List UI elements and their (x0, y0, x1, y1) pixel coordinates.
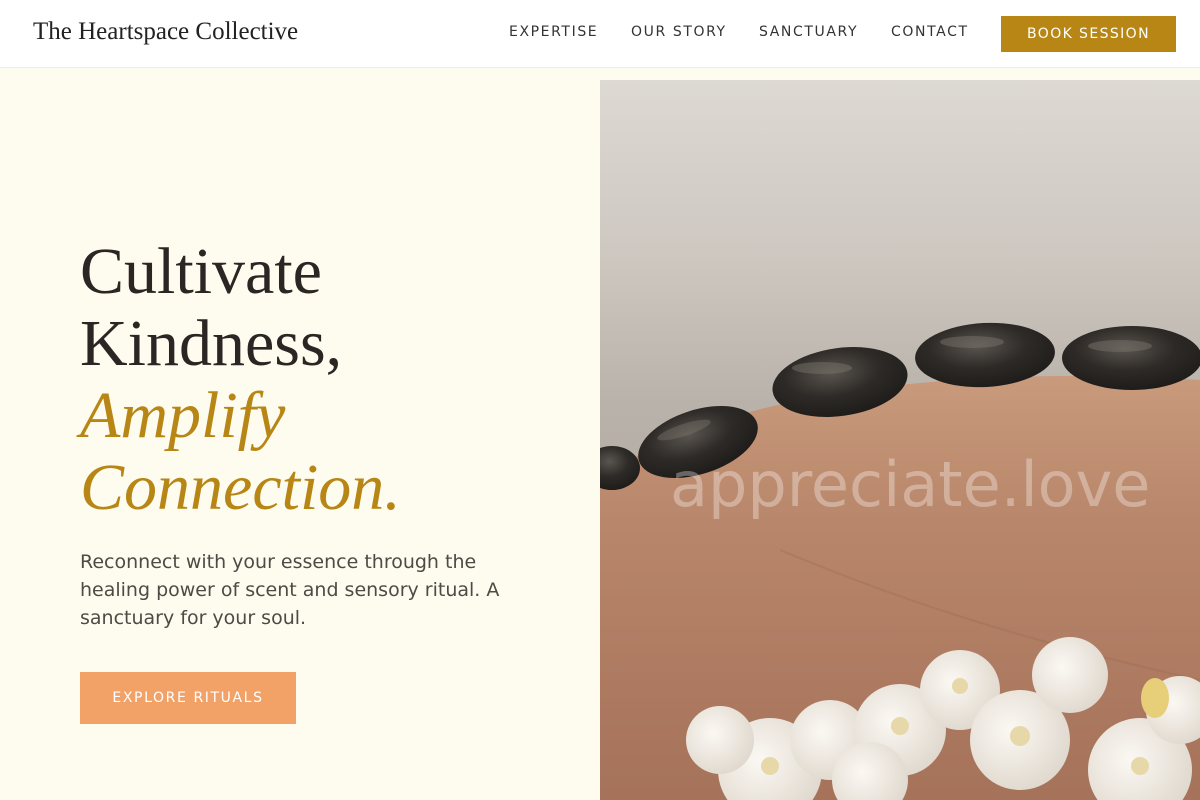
image-watermark: appreciate.love (670, 448, 1151, 521)
hero-title-accent-1: Amplify (80, 379, 286, 452)
site-logo[interactable]: The Heartspace Collective (33, 18, 298, 46)
hot-stone-massage-illustration (600, 322, 1200, 800)
hero-title: Cultivate Kindness, Amplify Connection. (80, 236, 401, 524)
explore-rituals-button[interactable]: EXPLORE RITUALS (80, 672, 296, 724)
site-header: The Heartspace Collective EXPERTISE OUR … (0, 0, 1200, 68)
hero-image: appreciate.love (600, 80, 1200, 800)
nav-sanctuary[interactable]: SANCTUARY (759, 24, 858, 40)
hero-title-accent-2: Connection. (80, 451, 401, 524)
hero-title-line-1: Cultivate (80, 235, 322, 308)
book-session-button[interactable]: BOOK SESSION (1001, 16, 1176, 52)
hero-title-line-2: Kindness, (80, 307, 343, 380)
hero-description: Reconnect with your essence through the … (80, 551, 500, 629)
nav-contact[interactable]: CONTACT (891, 24, 969, 40)
nav-expertise[interactable]: EXPERTISE (509, 24, 598, 40)
nav-our-story[interactable]: OUR STORY (631, 24, 727, 40)
